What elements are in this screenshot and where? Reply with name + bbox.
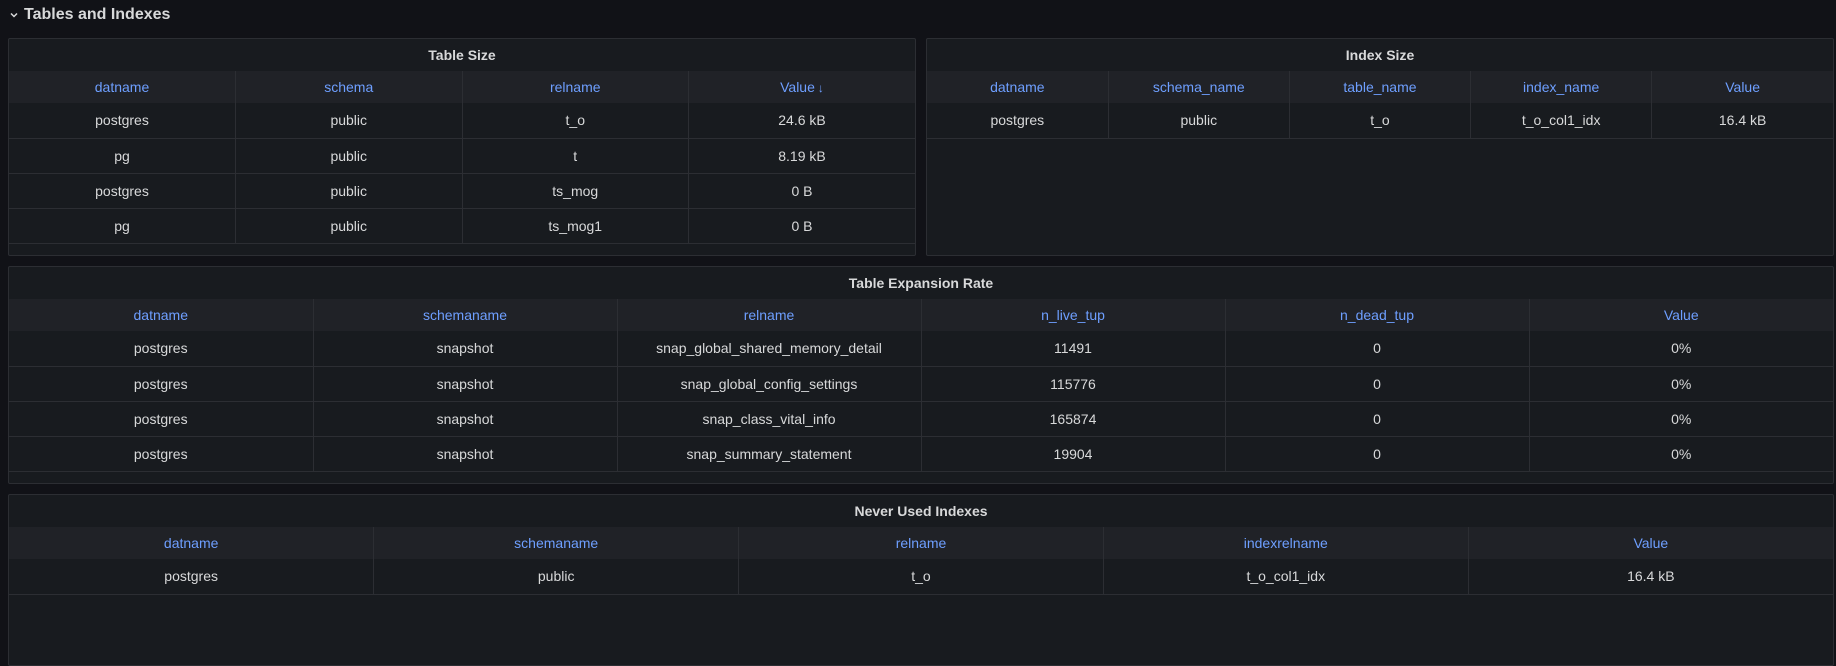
column-header-label: Value — [780, 79, 815, 95]
panel-table-expansion-rate: Table Expansion Rate datname schemaname … — [8, 266, 1834, 484]
sort-desc-icon: ↓ — [817, 81, 824, 95]
cell-schemaname: snapshot — [313, 331, 618, 367]
cell-schema: public — [235, 208, 463, 244]
column-header-indexrelname[interactable]: indexrelname — [1103, 527, 1469, 559]
column-header-relname[interactable]: relname — [462, 71, 689, 103]
table-row: postgres public t_o t_o_col1_idx 16.4 kB — [9, 559, 1833, 595]
cell-index-name: t_o_col1_idx — [1470, 103, 1653, 139]
panel-never-used-indexes: Never Used Indexes datname schemaname re… — [8, 494, 1834, 666]
table-row: postgres public ts_mog 0 B — [9, 173, 915, 209]
panel-index-size: Index Size datname schema_name table_nam… — [926, 38, 1834, 256]
cell-datname: postgres — [9, 401, 314, 437]
expansion-rate-table: datname schemaname relname n_live_tup n_… — [9, 299, 1833, 472]
column-header-relname[interactable]: relname — [617, 299, 922, 331]
column-header-datname[interactable]: datname — [9, 71, 236, 103]
cell-value: 0 B — [688, 208, 915, 244]
column-header-schema-name[interactable]: schema_name — [1108, 71, 1290, 103]
cell-indexrelname: t_o_col1_idx — [1103, 559, 1469, 595]
table-row: pg public t 8.19 kB — [9, 138, 915, 174]
panel-title: Table Expansion Rate — [848, 275, 994, 291]
cell-schemaname: snapshot — [313, 401, 618, 437]
cell-schemaname: public — [373, 559, 740, 595]
cell-relname: t_o — [738, 559, 1104, 595]
cell-relname: snap_class_vital_info — [617, 401, 922, 437]
column-header-relname[interactable]: relname — [738, 527, 1104, 559]
panel-title: Never Used Indexes — [854, 503, 988, 519]
row-title: Tables and Indexes — [24, 6, 171, 23]
cell-schemaname: snapshot — [313, 436, 618, 472]
column-header-value[interactable]: Value — [1529, 299, 1833, 331]
table-row: postgres public t_o 24.6 kB — [9, 103, 915, 139]
cell-value: 8.19 kB — [688, 138, 915, 174]
column-header-n-dead-tup[interactable]: n_dead_tup — [1225, 299, 1530, 331]
cell-relname: ts_mog1 — [462, 208, 689, 244]
cell-datname: postgres — [9, 331, 314, 367]
table-row: pg public ts_mog1 0 B — [9, 208, 915, 244]
cell-datname: postgres — [9, 559, 375, 595]
cell-datname: postgres — [9, 436, 314, 472]
panel-title: Index Size — [1345, 47, 1415, 63]
cell-relname: t_o — [462, 103, 689, 139]
cell-datname: postgres — [9, 366, 314, 402]
index-size-table: datname schema_name table_name index_nam… — [927, 71, 1833, 139]
column-header-datname[interactable]: datname — [9, 299, 314, 331]
cell-relname: ts_mog — [462, 173, 689, 209]
cell-datname: pg — [9, 208, 236, 244]
cell-n-dead-tup: 0 — [1225, 366, 1530, 402]
column-header-n-live-tup[interactable]: n_live_tup — [921, 299, 1226, 331]
cell-relname: t — [462, 138, 689, 174]
cell-value: 0% — [1529, 401, 1833, 437]
cell-schema-name: public — [1108, 103, 1290, 139]
cell-relname: snap_global_shared_memory_detail — [617, 331, 922, 367]
never-used-indexes-table: datname schemaname relname indexrelname … — [9, 527, 1833, 595]
column-header-value[interactable]: Value ↓ — [688, 71, 915, 103]
cell-schemaname: snapshot — [313, 366, 618, 402]
cell-schema: public — [235, 173, 463, 209]
table-row: postgres snapshot snap_summary_statement… — [9, 436, 1833, 472]
cell-value: 24.6 kB — [688, 103, 915, 139]
column-header-datname[interactable]: datname — [927, 71, 1109, 103]
column-header-value[interactable]: Value — [1651, 71, 1833, 103]
cell-table-name: t_o — [1289, 103, 1472, 139]
cell-schema: public — [235, 103, 463, 139]
cell-n-dead-tup: 0 — [1225, 436, 1530, 472]
cell-n-live-tup: 165874 — [921, 401, 1226, 437]
panel-table-size: Table Size datname schema relname Value ↓… — [8, 38, 916, 256]
cell-n-live-tup: 19904 — [921, 436, 1226, 472]
cell-datname: postgres — [927, 103, 1109, 139]
table-size-table: datname schema relname Value ↓ postgres p… — [9, 71, 915, 244]
table-row: postgres public t_o t_o_col1_idx 16.4 kB — [927, 103, 1833, 139]
panel-title: Table Size — [428, 47, 496, 63]
cell-schema: public — [235, 138, 463, 174]
column-header-index-name[interactable]: index_name — [1470, 71, 1653, 103]
cell-n-dead-tup: 0 — [1225, 331, 1530, 367]
column-header-datname[interactable]: datname — [9, 527, 375, 559]
cell-datname: pg — [9, 138, 236, 174]
cell-n-live-tup: 11491 — [921, 331, 1226, 367]
cell-datname: postgres — [9, 173, 236, 209]
cell-n-live-tup: 115776 — [921, 366, 1226, 402]
column-header-schemaname[interactable]: schemaname — [373, 527, 740, 559]
chevron-down-icon — [8, 9, 20, 21]
column-header-value[interactable]: Value — [1468, 527, 1833, 559]
column-header-schema[interactable]: schema — [235, 71, 463, 103]
cell-value: 0% — [1529, 331, 1833, 367]
table-row: postgres snapshot snap_global_config_set… — [9, 366, 1833, 402]
cell-value: 16.4 kB — [1651, 103, 1833, 139]
cell-relname: snap_global_config_settings — [617, 366, 922, 402]
table-row: postgres snapshot snap_global_shared_mem… — [9, 331, 1833, 367]
cell-value: 16.4 kB — [1468, 559, 1833, 595]
cell-value: 0% — [1529, 436, 1833, 472]
cell-value: 0 B — [688, 173, 915, 209]
cell-n-dead-tup: 0 — [1225, 401, 1530, 437]
row-header-tables-and-indexes[interactable]: Tables and Indexes — [8, 4, 170, 26]
cell-value: 0% — [1529, 366, 1833, 402]
column-header-schemaname[interactable]: schemaname — [313, 299, 618, 331]
column-header-table-name[interactable]: table_name — [1289, 71, 1472, 103]
cell-datname: postgres — [9, 103, 236, 139]
table-row: postgres snapshot snap_class_vital_info … — [9, 401, 1833, 437]
cell-relname: snap_summary_statement — [617, 436, 922, 472]
